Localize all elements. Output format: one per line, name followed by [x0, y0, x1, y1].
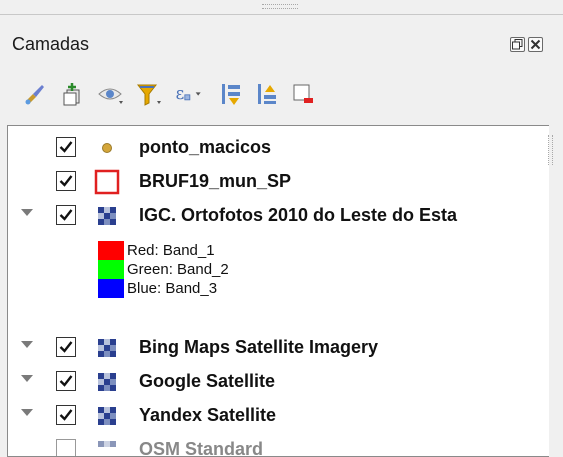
svg-text:ε: ε: [176, 84, 185, 103]
remove-layer-button[interactable]: [288, 78, 318, 110]
expression-filter-icon: ε: [176, 84, 201, 103]
filter-legend-button[interactable]: [134, 78, 164, 110]
point-layer-icon: [102, 143, 112, 153]
style-manager-button[interactable]: [20, 78, 50, 110]
layer-row-bruf19-mun-sp[interactable]: BRUF19_mun_SP: [8, 166, 549, 196]
legend-label-red: Red: Band_1: [127, 242, 215, 259]
expand-all-button[interactable]: [216, 78, 246, 110]
layer-row-osm-standard[interactable]: OSM Standard: [8, 434, 549, 457]
checkmark-icon: [59, 175, 73, 187]
legend-swatch-green: [98, 260, 124, 279]
layer-name: Bing Maps Satellite Imagery: [139, 337, 379, 357]
panel-resize-grip[interactable]: [262, 4, 298, 9]
checkmark-icon: [59, 209, 73, 221]
layer-row-ponto-macicos[interactable]: ponto_macicos: [8, 132, 549, 162]
previous-panel-edge: [50, 0, 200, 6]
visibility-eye-icon: [98, 88, 123, 104]
raster-layer-icon: [98, 339, 116, 357]
layer-checkbox[interactable]: [56, 405, 76, 425]
add-group-icon: [63, 83, 80, 106]
layer-name: Google Satellite: [139, 371, 276, 391]
filter-icon: [136, 84, 161, 106]
checkmark-icon: [59, 141, 73, 153]
layer-row-igc-ortofotos[interactable]: IGC. Ortofotos 2010 do Leste do Esta: [8, 200, 549, 230]
layer-name: Yandex Satellite: [139, 405, 277, 425]
raster-layer-icon: [98, 373, 116, 391]
expression-filter-button[interactable]: ε: [174, 78, 204, 110]
raster-layer-icon: [98, 207, 116, 225]
expand-arrow-icon[interactable]: [21, 409, 33, 416]
top-strip: [0, 0, 563, 15]
legend-label-blue: Blue: Band_3: [127, 280, 218, 297]
collapse-all-button[interactable]: [252, 78, 282, 110]
float-icon: [512, 39, 523, 50]
layer-name: OSM Standard: [139, 439, 264, 457]
layer-checkbox[interactable]: [56, 205, 76, 225]
expand-arrow-icon[interactable]: [21, 375, 33, 382]
panel-splitter-handle[interactable]: [548, 135, 553, 165]
remove-layer-icon: [293, 84, 313, 103]
layer-checkbox[interactable]: [56, 439, 76, 456]
close-icon: [530, 39, 541, 50]
layer-name: IGC. Ortofotos 2010 do Leste do Esta: [139, 205, 458, 225]
layer-row-google-satellite[interactable]: Google Satellite: [8, 366, 549, 396]
layer-row-yandex-satellite[interactable]: Yandex Satellite: [8, 400, 549, 430]
checkmark-icon: [59, 409, 73, 421]
polygon-layer-icon: [94, 169, 120, 195]
legend-swatch-blue: [98, 279, 124, 298]
layer-checkbox[interactable]: [56, 337, 76, 357]
float-panel-button[interactable]: [510, 37, 525, 52]
layer-name: ponto_macicos: [139, 137, 272, 157]
raster-layer-icon: [98, 407, 116, 425]
add-group-button[interactable]: [58, 78, 88, 110]
layer-row-bing-maps[interactable]: Bing Maps Satellite Imagery: [8, 332, 549, 362]
layer-checkbox[interactable]: [56, 137, 76, 157]
raster-layer-icon: [98, 441, 116, 447]
checkmark-icon: [59, 375, 73, 387]
visibility-button[interactable]: [96, 78, 126, 110]
layer-tree: ponto_macicos BRUF19_mun_SP IGC. Ortofot…: [7, 125, 549, 457]
close-panel-button[interactable]: [528, 37, 543, 52]
panel-title: Camadas: [12, 34, 90, 54]
expand-arrow-icon[interactable]: [21, 341, 33, 348]
style-brush-icon: [25, 85, 44, 105]
expand-all-icon: [222, 84, 240, 105]
layer-checkbox[interactable]: [56, 171, 76, 191]
legend-label-green: Green: Band_2: [127, 261, 229, 278]
collapse-all-icon: [258, 84, 276, 104]
legend-swatch-red: [98, 241, 124, 260]
expand-arrow-icon[interactable]: [21, 209, 33, 216]
layer-checkbox[interactable]: [56, 371, 76, 391]
layer-name: BRUF19_mun_SP: [139, 171, 292, 191]
checkmark-icon: [59, 341, 73, 353]
